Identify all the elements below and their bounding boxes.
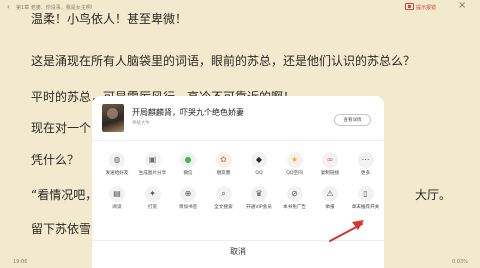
share-option-label: 更多 (360, 171, 371, 176)
clock-time: 19:06 (13, 259, 28, 265)
report-icon[interactable] (405, 3, 414, 10)
share-option-no-ads[interactable]: ⊘ 本书免广告 (276, 184, 312, 220)
moments-icon: ✿ (215, 152, 232, 168)
share-option-report[interactable]: ⚠ 举报 (311, 184, 347, 220)
divider (92, 240, 384, 241)
search-icon: ⌕ (215, 186, 232, 202)
share-option-chat[interactable]: ◍ 发送给好友 (98, 150, 134, 186)
share-option-more[interactable]: ⋯ 更多 (347, 150, 383, 186)
paragraph-6-tail: 大厅。 (415, 188, 452, 202)
chapter-end-icon: ▯ (357, 186, 374, 202)
paragraph-6: “看情况吧， (31, 188, 98, 202)
book-cover[interactable] (102, 104, 124, 132)
image-icon: ▣ (144, 152, 161, 168)
share-option-reading[interactable]: ▤ 阅读 (98, 184, 134, 220)
back-icon[interactable]: ‹ (7, 3, 10, 11)
share-option-qzone[interactable]: ★ QQ空间 (276, 150, 312, 186)
share-option-link[interactable]: ∞ 复制链接 (311, 150, 347, 186)
share-option-chapter-end[interactable]: ▯ 章末推荐开关 (347, 184, 383, 220)
link-icon: ∞ (322, 152, 338, 168)
chat-icon: ◍ (109, 152, 125, 168)
vip-icon: ♛ (251, 186, 267, 202)
reading-icon: ▤ (109, 186, 125, 202)
share-option-wechat[interactable]: ● 微信 (169, 150, 205, 186)
view-details-button[interactable]: 查看详情 (334, 114, 371, 126)
paragraph-4: 现在对一个 (31, 121, 92, 135)
share-option-vip[interactable]: ♛ 开通VIP会员 (240, 184, 276, 220)
report-error-link[interactable]: 提示报错 (416, 4, 436, 11)
paragraph-2: 这是涌现在所有人脑袋里的词语，眼前的苏总，还是他们认识的苏总么？ (31, 54, 416, 68)
qzone-icon: ★ (286, 152, 303, 168)
share-option-label: 章末推荐开关 (351, 205, 380, 210)
paragraph-1: 温柔！小鸟依人！甚至卑微！ (31, 12, 188, 26)
share-option-moments[interactable]: ✿ 朋友圈 (205, 150, 241, 186)
bookmark-add-icon: ⊕ (180, 186, 196, 202)
cancel-button[interactable]: 取消 (92, 246, 384, 257)
book-author: 神级大牛 (132, 121, 150, 126)
share-option-image[interactable]: ▣ 生成图片分享 (134, 150, 170, 186)
more-icon: ⋯ (357, 152, 374, 168)
paragraph-7: 留下苏依雪 (31, 222, 92, 236)
function-row: ▤ 阅读 ✦ 打赏 ⊕ 添加书签 ⌕ 全文搜索 ♛ 开通VIP会员 ⊘ 本书免广告 ⚠ 举报 ▯ 章末推荐开关 (92, 184, 384, 224)
share-sheet: 开局麒麟肾，吓哭九个绝色娇妻 神级大牛 查看详情 ◍ 发送给好友 ▣ 生成图片分享 ● 微… (92, 96, 384, 268)
close-icon[interactable]: × (458, 0, 466, 11)
qq-icon: ◆ (251, 152, 267, 168)
divider (92, 140, 384, 141)
report-icon: ⚠ (322, 186, 338, 202)
book-card: 开局麒麟肾，吓哭九个绝色娇妻 神级大牛 查看详情 (102, 104, 374, 132)
share-option-qq[interactable]: ◆ QQ (240, 150, 276, 186)
no-ads-icon: ⊘ (286, 186, 303, 202)
book-title: 开局麒麟肾，吓哭九个绝色娇妻 (132, 108, 244, 117)
gift-icon: ✦ (144, 186, 161, 202)
paragraph-5: 凭什么？ (31, 153, 80, 167)
share-option-search[interactable]: ⌕ 全文搜索 (205, 184, 241, 220)
chapter-title: 第1章 老婆、你没事，我是女主啊! (16, 5, 93, 11)
reading-progress: 0.03% (452, 259, 468, 265)
wechat-icon: ● (180, 152, 196, 168)
share-option-bookmark-add[interactable]: ⊕ 添加书签 (169, 184, 205, 220)
share-option-gift[interactable]: ✦ 打赏 (134, 184, 170, 220)
